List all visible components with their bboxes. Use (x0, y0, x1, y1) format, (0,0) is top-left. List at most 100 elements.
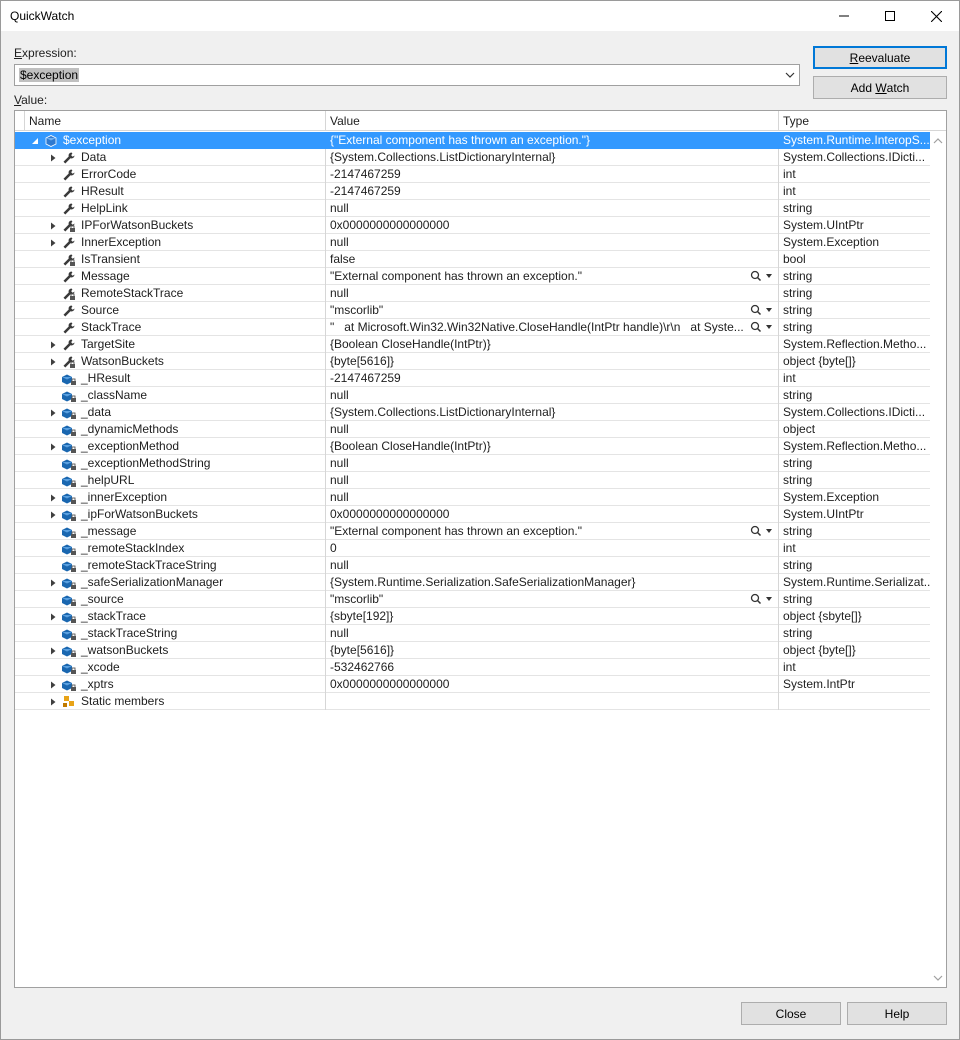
add-watch-button[interactable]: Add Watch (813, 76, 947, 99)
value-cell[interactable]: -2147467259 (326, 183, 778, 200)
column-header-name[interactable]: Name (25, 111, 325, 131)
value-cell[interactable] (326, 693, 778, 710)
name-cell[interactable]: _dynamicMethods (15, 421, 325, 438)
expand-closed-icon[interactable] (47, 693, 59, 710)
table-row[interactable]: Message "External component has thrown an… (15, 268, 930, 285)
table-row[interactable]: _remoteStackTraceString null string (15, 557, 930, 574)
expand-closed-icon[interactable] (47, 489, 59, 506)
close-window-button[interactable] (913, 1, 959, 31)
name-cell[interactable]: ErrorCode (15, 166, 325, 183)
name-cell[interactable]: _exceptionMethodString (15, 455, 325, 472)
value-cell[interactable]: {sbyte[192]} (326, 608, 778, 625)
name-cell[interactable]: InnerException (15, 234, 325, 251)
table-row[interactable]: _dynamicMethods null object (15, 421, 930, 438)
table-row[interactable]: _innerException null System.Exception (15, 489, 930, 506)
name-cell[interactable]: _innerException (15, 489, 325, 506)
expand-closed-icon[interactable] (47, 506, 59, 523)
expand-closed-icon[interactable] (47, 574, 59, 591)
value-cell[interactable]: -2147467259 (326, 370, 778, 387)
name-cell[interactable]: _watsonBuckets (15, 642, 325, 659)
name-cell[interactable]: _HResult (15, 370, 325, 387)
reevaluate-button[interactable]: Reevaluate (813, 46, 947, 69)
name-cell[interactable]: Static members (15, 693, 325, 710)
text-visualizer-search-icon[interactable] (750, 270, 774, 282)
table-row[interactable]: _remoteStackIndex 0 int (15, 540, 930, 557)
table-row[interactable]: _xptrs 0x0000000000000000 System.IntPtr (15, 676, 930, 693)
table-row[interactable]: _stackTrace {sbyte[192]} object {sbyte[]} (15, 608, 930, 625)
expand-closed-icon[interactable] (47, 234, 59, 251)
value-cell[interactable]: false (326, 251, 778, 268)
value-cell[interactable]: null (326, 234, 778, 251)
expand-closed-icon[interactable] (47, 676, 59, 693)
name-cell[interactable]: $exception (15, 132, 325, 149)
value-cell[interactable]: {System.Collections.ListDictionaryIntern… (326, 404, 778, 421)
value-cell[interactable]: "External component has thrown an except… (326, 523, 778, 540)
value-cell[interactable]: {byte[5616]} (326, 642, 778, 659)
name-cell[interactable]: _remoteStackIndex (15, 540, 325, 557)
expand-closed-icon[interactable] (47, 438, 59, 455)
name-cell[interactable]: TargetSite (15, 336, 325, 353)
expression-input[interactable]: $exception (19, 68, 80, 82)
column-header-value[interactable]: Value (326, 111, 778, 131)
name-cell[interactable]: RemoteStackTrace (15, 285, 325, 302)
value-cell[interactable]: -2147467259 (326, 166, 778, 183)
value-cell[interactable]: "mscorlib" (326, 302, 778, 319)
table-row[interactable]: _message "External component has thrown a… (15, 523, 930, 540)
table-row[interactable]: _exceptionMethod {Boolean CloseHandle(Int… (15, 438, 930, 455)
expand-closed-icon[interactable] (47, 353, 59, 370)
value-cell[interactable]: null (326, 489, 778, 506)
minimize-button[interactable] (821, 1, 867, 31)
text-visualizer-search-icon[interactable] (750, 593, 774, 605)
name-cell[interactable]: Data (15, 149, 325, 166)
value-cell[interactable]: "External component has thrown an except… (326, 268, 778, 285)
value-cell[interactable]: " at Microsoft.Win32.Win32Native.CloseHa… (326, 319, 778, 336)
table-row[interactable]: InnerException null System.Exception (15, 234, 930, 251)
vertical-scrollbar[interactable] (930, 132, 946, 987)
table-row[interactable]: _exceptionMethodString null string (15, 455, 930, 472)
table-row[interactable]: StackTrace " at Microsoft.Win32.Win32Nati… (15, 319, 930, 336)
text-visualizer-search-icon[interactable] (750, 525, 774, 537)
name-cell[interactable]: StackTrace (15, 319, 325, 336)
value-cell[interactable]: null (326, 200, 778, 217)
value-cell[interactable]: null (326, 387, 778, 404)
expand-closed-icon[interactable] (47, 642, 59, 659)
name-cell[interactable]: Message (15, 268, 325, 285)
scroll-up-icon[interactable] (933, 136, 943, 146)
scroll-down-icon[interactable] (933, 973, 943, 983)
table-row[interactable]: HResult -2147467259 int (15, 183, 930, 200)
name-cell[interactable]: _safeSerializationManager (15, 574, 325, 591)
table-row[interactable]: IPForWatsonBuckets 0x0000000000000000 Syst… (15, 217, 930, 234)
name-cell[interactable]: _stackTraceString (15, 625, 325, 642)
close-button[interactable]: Close (741, 1002, 841, 1025)
name-cell[interactable]: HelpLink (15, 200, 325, 217)
table-row[interactable]: _watsonBuckets {byte[5616]} object {byte[]… (15, 642, 930, 659)
table-row[interactable]: _className null string (15, 387, 930, 404)
name-cell[interactable]: _remoteStackTraceString (15, 557, 325, 574)
maximize-button[interactable] (867, 1, 913, 31)
table-row[interactable]: _source "mscorlib" string (15, 591, 930, 608)
value-cell[interactable]: null (326, 472, 778, 489)
expand-closed-icon[interactable] (47, 608, 59, 625)
value-cell[interactable]: 0x0000000000000000 (326, 506, 778, 523)
table-row[interactable]: ErrorCode -2147467259 int (15, 166, 930, 183)
value-cell[interactable]: -532462766 (326, 659, 778, 676)
value-cell[interactable]: "mscorlib" (326, 591, 778, 608)
help-button[interactable]: Help (847, 1002, 947, 1025)
value-cell[interactable]: null (326, 455, 778, 472)
name-cell[interactable]: _source (15, 591, 325, 608)
table-row[interactable]: WatsonBuckets {byte[5616]} object {byte[]} (15, 353, 930, 370)
value-cell[interactable]: {byte[5616]} (326, 353, 778, 370)
value-cell[interactable]: {"External component has thrown an excep… (326, 132, 778, 149)
expand-closed-icon[interactable] (47, 217, 59, 234)
table-row[interactable]: _xcode -532462766 int (15, 659, 930, 676)
table-row[interactable]: IsTransient false bool (15, 251, 930, 268)
name-cell[interactable]: IPForWatsonBuckets (15, 217, 325, 234)
column-header-type[interactable]: Type (779, 111, 930, 131)
name-cell[interactable]: WatsonBuckets (15, 353, 325, 370)
table-row[interactable]: _ipForWatsonBuckets 0x0000000000000000 Sys… (15, 506, 930, 523)
value-cell[interactable]: {System.Collections.ListDictionaryIntern… (326, 149, 778, 166)
name-cell[interactable]: _helpURL (15, 472, 325, 489)
name-cell[interactable]: Source (15, 302, 325, 319)
value-cell[interactable]: null (326, 625, 778, 642)
name-cell[interactable]: IsTransient (15, 251, 325, 268)
